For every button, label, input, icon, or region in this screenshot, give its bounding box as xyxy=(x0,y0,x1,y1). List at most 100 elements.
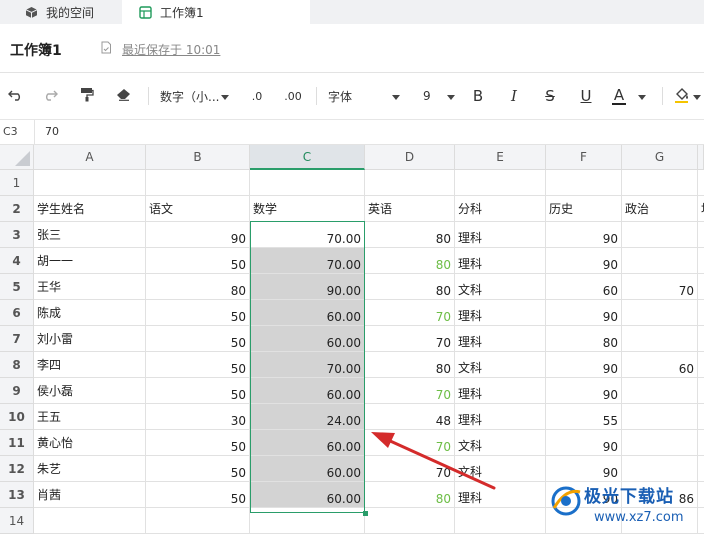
track-cell[interactable]: 文科 xyxy=(455,430,546,456)
formula-input[interactable]: 70 xyxy=(45,125,59,138)
cell[interactable] xyxy=(698,248,704,274)
math-score-cell[interactable]: 60.00 xyxy=(250,482,365,508)
cell[interactable] xyxy=(146,508,250,534)
fill-color-dropdown[interactable] xyxy=(674,87,704,105)
row-header-10[interactable]: 10 xyxy=(0,404,34,430)
header-cell-d[interactable]: 英语 xyxy=(365,196,455,222)
clear-format-button[interactable] xyxy=(114,87,132,105)
cell[interactable] xyxy=(546,170,622,196)
column-header-h[interactable] xyxy=(698,145,704,170)
chinese-score-cell[interactable]: 50 xyxy=(146,430,250,456)
chinese-score-cell[interactable]: 50 xyxy=(146,326,250,352)
tab-workbook[interactable]: 工作簿1 xyxy=(122,0,310,24)
politics-score-cell[interactable]: 70 xyxy=(622,274,698,300)
english-score-cell[interactable]: 70 xyxy=(365,300,455,326)
bold-button[interactable]: B xyxy=(470,87,486,105)
column-header-e[interactable]: E xyxy=(455,145,546,170)
row-header-5[interactable]: 5 xyxy=(0,274,34,300)
history-score-cell[interactable]: 90 xyxy=(546,378,622,404)
politics-score-cell[interactable] xyxy=(622,378,698,404)
english-score-cell[interactable]: 48 xyxy=(365,404,455,430)
english-score-cell[interactable]: 80 xyxy=(365,352,455,378)
row-header-1[interactable]: 1 xyxy=(0,170,34,196)
cell[interactable] xyxy=(698,300,704,326)
student-name-cell[interactable]: 张三 xyxy=(34,222,146,248)
math-score-cell[interactable]: 70.00 xyxy=(250,352,365,378)
cell[interactable] xyxy=(146,170,250,196)
row-header-3[interactable]: 3 xyxy=(0,222,34,248)
politics-score-cell[interactable] xyxy=(622,248,698,274)
math-score-cell[interactable]: 60.00 xyxy=(250,326,365,352)
student-name-cell[interactable]: 陈成 xyxy=(34,300,146,326)
politics-score-cell[interactable] xyxy=(622,222,698,248)
politics-score-cell[interactable] xyxy=(622,404,698,430)
student-name-cell[interactable]: 侯小磊 xyxy=(34,378,146,404)
math-score-cell[interactable]: 90.00 xyxy=(250,274,365,300)
math-score-cell[interactable]: 70.00 xyxy=(250,222,365,248)
font-size-dropdown[interactable]: 9 xyxy=(423,87,455,105)
select-all-corner[interactable] xyxy=(0,145,34,170)
student-name-cell[interactable]: 王五 xyxy=(34,404,146,430)
row-header-11[interactable]: 11 xyxy=(0,430,34,456)
cell[interactable] xyxy=(698,430,704,456)
cell[interactable] xyxy=(698,404,704,430)
spreadsheet-grid[interactable]: A B C D E F G 1 2 3 4 5 6 7 8 9 10 11 12 13 14 学生姓名 语文 数学 英语 分科 历史… xyxy=(0,145,704,534)
math-score-cell[interactable]: 60.00 xyxy=(250,456,365,482)
english-score-cell[interactable]: 80 xyxy=(365,248,455,274)
track-cell[interactable]: 理科 xyxy=(455,404,546,430)
decrease-decimal-button[interactable]: .0 xyxy=(247,87,267,105)
header-cell-h[interactable]: 地 xyxy=(698,196,704,222)
chinese-score-cell[interactable]: 80 xyxy=(146,274,250,300)
cell[interactable] xyxy=(365,170,455,196)
row-header-6[interactable]: 6 xyxy=(0,300,34,326)
cell[interactable] xyxy=(622,170,698,196)
header-cell-g[interactable]: 政治 xyxy=(622,196,698,222)
math-score-cell[interactable]: 70.00 xyxy=(250,248,365,274)
column-header-g[interactable]: G xyxy=(622,145,698,170)
english-score-cell[interactable]: 80 xyxy=(365,222,455,248)
history-score-cell[interactable]: 90 xyxy=(546,352,622,378)
tab-my-space[interactable]: 我的空间 xyxy=(0,0,122,24)
column-header-b[interactable]: B xyxy=(146,145,250,170)
cell[interactable] xyxy=(698,170,704,196)
row-header-8[interactable]: 8 xyxy=(0,352,34,378)
student-name-cell[interactable]: 王华 xyxy=(34,274,146,300)
history-score-cell[interactable]: 80 xyxy=(546,326,622,352)
row-header-7[interactable]: 7 xyxy=(0,326,34,352)
chinese-score-cell[interactable]: 30 xyxy=(146,404,250,430)
format-painter-button[interactable] xyxy=(78,87,96,105)
strikethrough-button[interactable]: S xyxy=(542,87,558,105)
politics-score-cell[interactable] xyxy=(622,430,698,456)
chinese-score-cell[interactable]: 50 xyxy=(146,352,250,378)
header-cell-c[interactable]: 数学 xyxy=(250,196,365,222)
row-header-13[interactable]: 13 xyxy=(0,482,34,508)
english-score-cell[interactable]: 70 xyxy=(365,326,455,352)
english-score-cell[interactable]: 80 xyxy=(365,482,455,508)
track-cell[interactable]: 文科 xyxy=(455,274,546,300)
increase-decimal-button[interactable]: .00 xyxy=(282,87,304,105)
cell[interactable] xyxy=(365,508,455,534)
history-score-cell[interactable]: 90 xyxy=(546,300,622,326)
history-score-cell[interactable]: 90 xyxy=(546,430,622,456)
track-cell[interactable]: 理科 xyxy=(455,482,546,508)
cell[interactable] xyxy=(250,508,365,534)
track-cell[interactable]: 理科 xyxy=(455,326,546,352)
student-name-cell[interactable]: 胡一一 xyxy=(34,248,146,274)
student-name-cell[interactable]: 肖茜 xyxy=(34,482,146,508)
chinese-score-cell[interactable]: 50 xyxy=(146,300,250,326)
column-header-a[interactable]: A xyxy=(34,145,146,170)
track-cell[interactable]: 理科 xyxy=(455,378,546,404)
cell[interactable] xyxy=(455,170,546,196)
save-status[interactable]: 最近保存于 10:01 xyxy=(122,41,220,58)
cell-reference-box[interactable]: C3 xyxy=(3,125,18,138)
history-score-cell[interactable]: 90 xyxy=(546,248,622,274)
header-cell-e[interactable]: 分科 xyxy=(455,196,546,222)
cell[interactable] xyxy=(455,508,546,534)
english-score-cell[interactable]: 70 xyxy=(365,378,455,404)
cell[interactable] xyxy=(698,326,704,352)
row-header-12[interactable]: 12 xyxy=(0,456,34,482)
english-score-cell[interactable]: 70 xyxy=(365,456,455,482)
student-name-cell[interactable]: 李四 xyxy=(34,352,146,378)
column-header-f[interactable]: F xyxy=(546,145,622,170)
font-family-dropdown[interactable]: 字体 xyxy=(328,87,400,105)
